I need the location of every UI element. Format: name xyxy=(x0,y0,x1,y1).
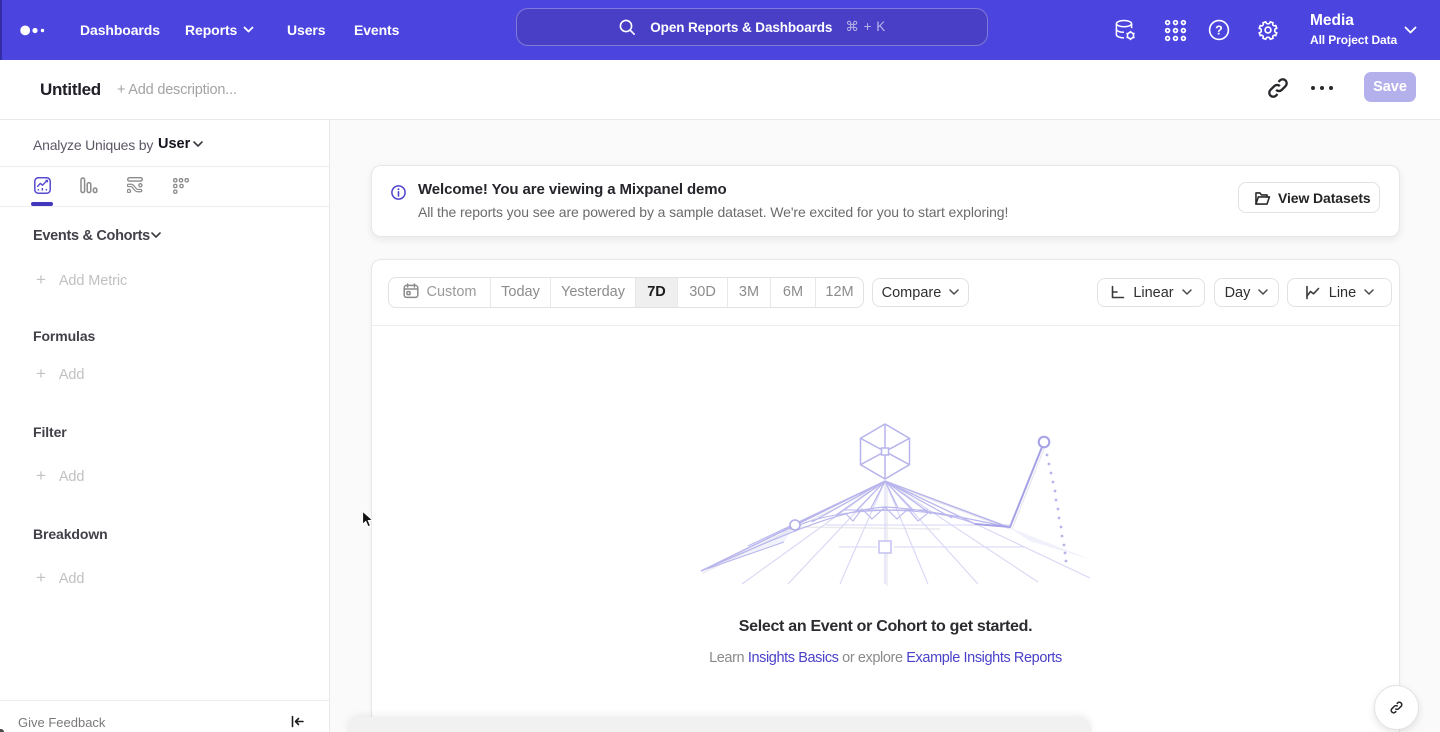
svg-text:?: ? xyxy=(1215,24,1223,38)
